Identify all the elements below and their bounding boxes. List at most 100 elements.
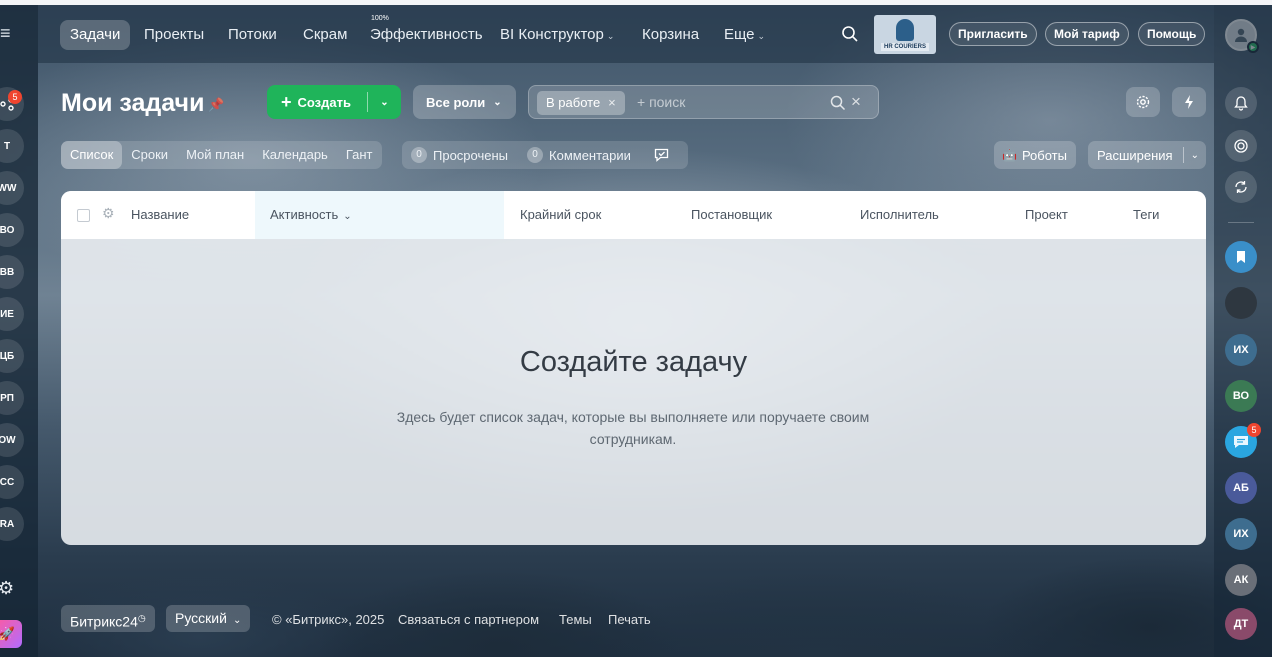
lightning-icon bbox=[1185, 95, 1193, 109]
tab-flows[interactable]: Потоки bbox=[228, 20, 277, 50]
clear-icon[interactable]: × bbox=[851, 92, 861, 112]
robot-icon: 🤖 bbox=[1002, 148, 1017, 162]
menu-icon[interactable]: ≡ bbox=[0, 24, 16, 42]
column-responsible[interactable]: Исполнитель bbox=[860, 207, 939, 222]
sidebar-item[interactable]: Т bbox=[0, 129, 24, 163]
print-link[interactable]: Печать bbox=[608, 612, 651, 627]
chevron-down-icon: ⌄ bbox=[757, 31, 766, 41]
tab-projects[interactable]: Проекты bbox=[144, 20, 204, 50]
tab-list[interactable]: Список bbox=[61, 141, 123, 169]
sidebar-item[interactable]: RA bbox=[0, 507, 24, 541]
company-logo[interactable]: HR COURIERS bbox=[874, 15, 936, 54]
search-icon[interactable] bbox=[829, 94, 847, 112]
column-tags[interactable]: Теги bbox=[1133, 207, 1159, 222]
tab-scrum[interactable]: Скрам bbox=[303, 20, 347, 50]
help-button[interactable]: Помощь bbox=[1138, 22, 1206, 46]
tab-my-plan[interactable]: Мой план bbox=[177, 141, 253, 169]
copyright-text: © «Битрикс», 2025 bbox=[272, 612, 385, 627]
column-activity[interactable]: Активность ⌄ bbox=[270, 207, 352, 222]
rocket-icon[interactable]: 🚀 bbox=[0, 620, 22, 648]
copilot-icon[interactable] bbox=[1225, 130, 1257, 162]
settings-icon[interactable]: ⚙ bbox=[0, 578, 14, 599]
logo-text: HR COURIERS bbox=[880, 43, 929, 51]
tasks-table: ⚙ Название Активность ⌄ Крайний срок Пост… bbox=[61, 191, 1206, 545]
column-deadline[interactable]: Крайний срок bbox=[520, 207, 601, 222]
comments-count: 0 bbox=[527, 147, 544, 163]
tab-bi-builder[interactable]: BI Конструктор ⌄ bbox=[500, 20, 614, 50]
contact-avatar[interactable]: ИХ bbox=[1225, 518, 1257, 550]
contact-avatar[interactable]: ВО bbox=[1225, 380, 1257, 412]
sync-icon[interactable] bbox=[1225, 171, 1257, 203]
roles-dropdown[interactable]: Все роли ⌄ bbox=[413, 85, 516, 119]
sidebar-item[interactable]: WW bbox=[0, 171, 24, 205]
contact-avatar[interactable]: ИХ bbox=[1225, 334, 1257, 366]
partner-link[interactable]: Связаться с партнером bbox=[398, 612, 539, 627]
create-button[interactable]: + Создать ⌄ bbox=[267, 85, 401, 119]
sidebar-item[interactable]: ЦБ bbox=[0, 339, 24, 373]
contact-avatar[interactable]: АК bbox=[1225, 564, 1257, 596]
notifications-icon[interactable] bbox=[1225, 87, 1257, 119]
bookmark-icon[interactable] bbox=[1225, 241, 1257, 273]
robots-button[interactable]: 🤖 Роботы bbox=[994, 141, 1076, 169]
read-all-icon[interactable] bbox=[654, 148, 671, 163]
sidebar-item[interactable]: СС bbox=[0, 465, 24, 499]
brand-button[interactable]: Битрикс24◷ bbox=[61, 605, 155, 632]
counters-panel: 0 Просрочены 0 Комментарии bbox=[402, 141, 688, 169]
column-settings-icon[interactable]: ⚙ bbox=[102, 205, 115, 222]
brand-label: Битрикс24 bbox=[70, 613, 138, 630]
robots-label: Роботы bbox=[1021, 147, 1067, 163]
close-icon[interactable]: × bbox=[608, 95, 616, 110]
themes-link[interactable]: Темы bbox=[559, 612, 592, 627]
tab-deadlines[interactable]: Сроки bbox=[122, 141, 177, 169]
create-main[interactable]: + Создать bbox=[267, 85, 367, 119]
column-project[interactable]: Проект bbox=[1025, 207, 1068, 222]
divider bbox=[1228, 222, 1254, 223]
search-input[interactable]: + поиск bbox=[637, 94, 685, 110]
empty-state-title: Создайте задачу bbox=[519, 346, 748, 378]
search-icon[interactable] bbox=[840, 24, 860, 44]
tab-gantt[interactable]: Гант bbox=[337, 141, 382, 169]
invite-button[interactable]: Пригласить bbox=[949, 22, 1037, 46]
language-dropdown[interactable]: Русский ⌄ bbox=[166, 605, 251, 632]
chevron-down-icon[interactable]: ⌄ bbox=[368, 97, 401, 108]
extensions-button[interactable]: Расширения ⌄ bbox=[1088, 141, 1206, 169]
overdue-label: Просрочены bbox=[433, 147, 509, 163]
column-activity-label: Активность bbox=[270, 207, 339, 222]
tab-trash[interactable]: Корзина bbox=[642, 20, 699, 50]
comments-counter[interactable]: 0 Комментарии bbox=[527, 147, 631, 163]
divider bbox=[1182, 147, 1184, 163]
empty-state-description: Здесь будет список задач, которые вы вып… bbox=[396, 409, 870, 447]
view-tabs: Список Сроки Мой план Календарь Гант bbox=[61, 141, 382, 169]
tab-calendar[interactable]: Календарь bbox=[253, 141, 337, 169]
tab-efficiency[interactable]: Эффективность bbox=[370, 20, 483, 50]
logo-figure bbox=[896, 19, 914, 41]
filter-chip-label: В работе bbox=[546, 95, 601, 110]
tab-more[interactable]: Еще ⌄ bbox=[724, 20, 765, 50]
sidebar-item[interactable]: ИЕ bbox=[0, 297, 24, 331]
tab-tasks[interactable]: Задачи bbox=[60, 20, 131, 50]
sidebar-item[interactable]: ВО bbox=[0, 213, 24, 247]
chevron-down-icon: ⌄ bbox=[343, 211, 352, 222]
automation-button[interactable] bbox=[1172, 87, 1206, 117]
sidebar-item[interactable]: ВВ bbox=[0, 255, 24, 289]
chevron-down-icon[interactable]: ⌄ bbox=[1191, 150, 1199, 161]
column-name[interactable]: Название bbox=[131, 207, 189, 222]
filter-chip[interactable]: В работе × bbox=[537, 91, 625, 115]
settings-button[interactable] bbox=[1126, 87, 1160, 117]
column-creator[interactable]: Постановщик bbox=[691, 207, 772, 222]
contact-avatar[interactable]: АБ bbox=[1225, 472, 1257, 504]
sidebar-item[interactable]: OW bbox=[0, 423, 24, 457]
chevron-down-icon: ⌄ bbox=[606, 31, 615, 41]
contact-avatar[interactable]: ДТ bbox=[1225, 608, 1257, 640]
sidebar-item[interactable]: РП bbox=[0, 381, 24, 415]
chat-badge: 5 bbox=[1247, 423, 1261, 437]
filter-search[interactable]: В работе × + поиск × bbox=[528, 85, 879, 119]
gear-icon bbox=[1136, 95, 1150, 109]
tariff-button[interactable]: Мой тариф bbox=[1045, 22, 1129, 46]
overdue-counter[interactable]: 0 Просрочены bbox=[411, 147, 508, 163]
dark-avatar[interactable] bbox=[1225, 287, 1257, 319]
language-label: Русский bbox=[175, 610, 227, 626]
right-sidebar: ИХ ВО 5 АБ ИХ АК ДТ bbox=[1214, 5, 1272, 657]
select-all-checkbox[interactable] bbox=[77, 209, 90, 222]
pin-icon[interactable]: 📌 bbox=[208, 97, 224, 113]
